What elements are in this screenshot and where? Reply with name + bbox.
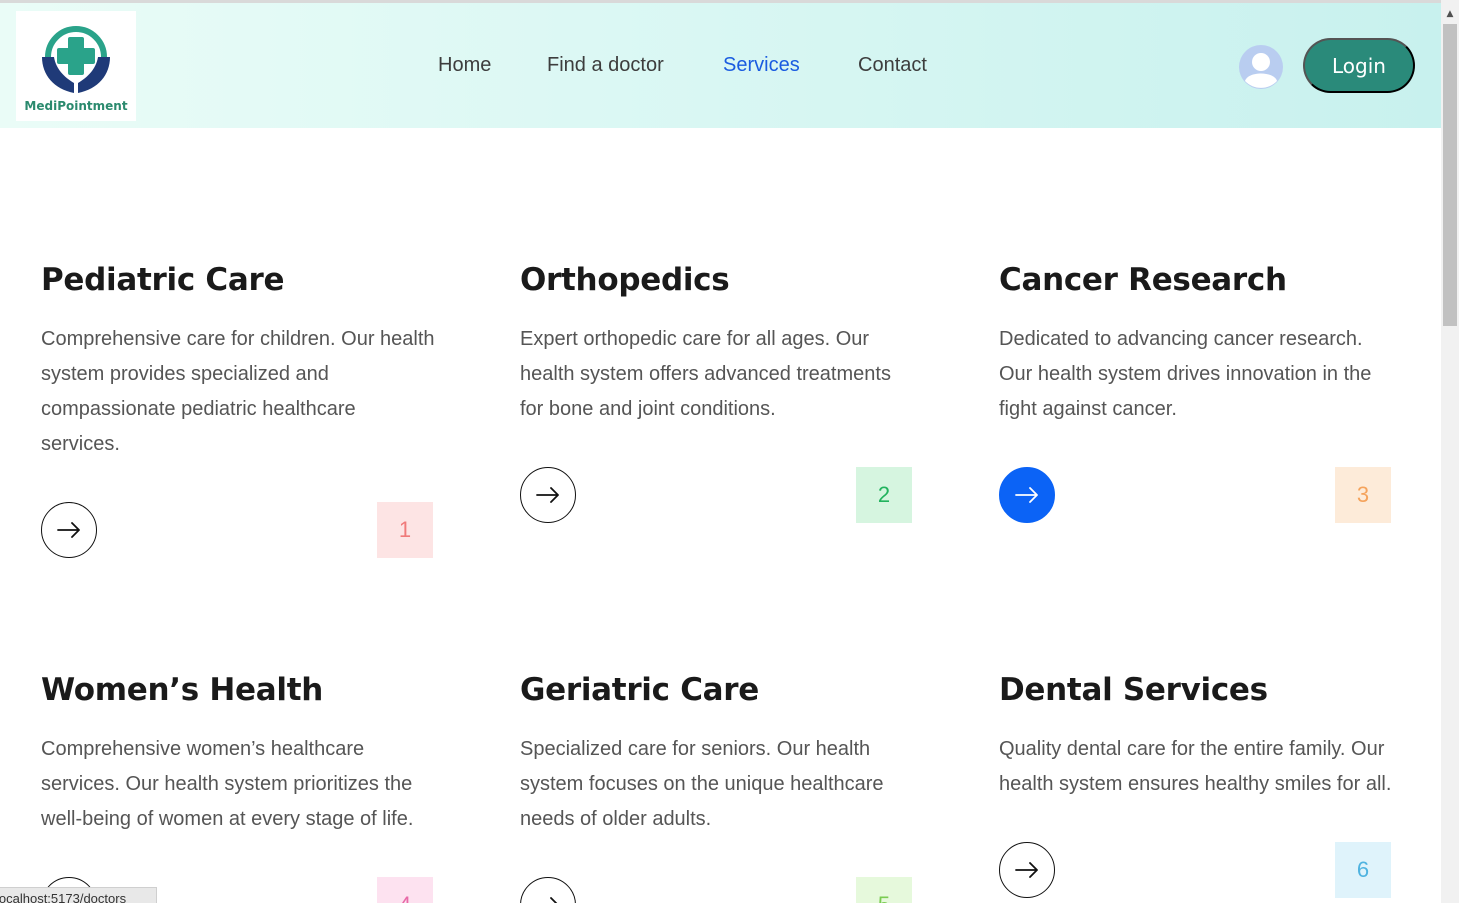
service-description: Specialized care for seniors. Our health… [520,738,884,830]
login-button[interactable]: Login [1303,38,1415,93]
service-title: Dental Services [999,672,1268,708]
service-description: Expert orthopedic care for all ages. Our… [520,328,891,420]
scroll-up-arrow-icon[interactable]: ▲ [1441,6,1459,22]
service-actions: 6 [999,842,1391,898]
arrow-right-icon [1015,862,1038,878]
arrow-right-button[interactable] [520,877,576,903]
nav-link-services[interactable]: Services [723,54,800,77]
service-title: Pediatric Care [41,262,285,298]
nav-link-contact[interactable]: Contact [858,54,927,77]
service-actions: 2 [520,467,912,523]
service-description: Comprehensive care for children. Our hea… [41,328,435,455]
service-number-badge: 5 [856,877,912,903]
service-description: Dedicated to advancing cancer research. … [999,328,1372,420]
user-avatar-icon[interactable] [1238,44,1284,90]
service-title: Cancer Research [999,262,1287,298]
service-number-badge: 6 [1335,842,1391,898]
arrow-right-icon [57,522,80,538]
service-title: Women’s Health [41,672,324,708]
service-actions: 1 [41,502,433,558]
service-card-dental-services: Dental Services Quality dental care for … [999,672,1399,898]
service-actions: 3 [999,467,1391,523]
service-title: Orthopedics [520,262,730,298]
arrow-right-button[interactable] [41,502,97,558]
service-number-badge: 2 [856,467,912,523]
scrollbar-thumb[interactable] [1443,24,1457,326]
arrow-right-button[interactable] [520,467,576,523]
service-actions: 5 [520,877,912,903]
service-card-cancer-research: Cancer Research Dedicated to advancing c… [999,262,1399,523]
main-nav: Home Find a doctor Services Contact [0,3,1441,128]
service-card-womens-health: Women’s Health Comprehensive women’s hea… [41,672,441,903]
service-card-geriatric-care: Geriatric Care Specialized care for seni… [520,672,920,903]
status-bar-url: localhost:5173/doctors [0,887,157,903]
site-header: MediPointment Home Find a doctor Service… [0,3,1441,128]
arrow-right-button[interactable] [999,467,1055,523]
service-number-badge: 4 [377,877,433,903]
service-description: Comprehensive women’s healthcare service… [41,738,414,830]
arrow-right-icon [536,487,559,503]
nav-link-find-a-doctor[interactable]: Find a doctor [547,54,664,77]
service-card-orthopedics: Orthopedics Expert orthopedic care for a… [520,262,920,523]
service-card-pediatric-care: Pediatric Care Comprehensive care for ch… [41,262,441,558]
nav-link-home[interactable]: Home [438,54,491,77]
service-number-badge: 1 [377,502,433,558]
service-number-badge: 3 [1335,467,1391,523]
arrow-right-icon [1015,487,1038,503]
arrow-right-button[interactable] [999,842,1055,898]
service-title: Geriatric Care [520,672,759,708]
service-description: Quality dental care for the entire famil… [999,738,1392,795]
arrow-right-icon [550,897,558,903]
